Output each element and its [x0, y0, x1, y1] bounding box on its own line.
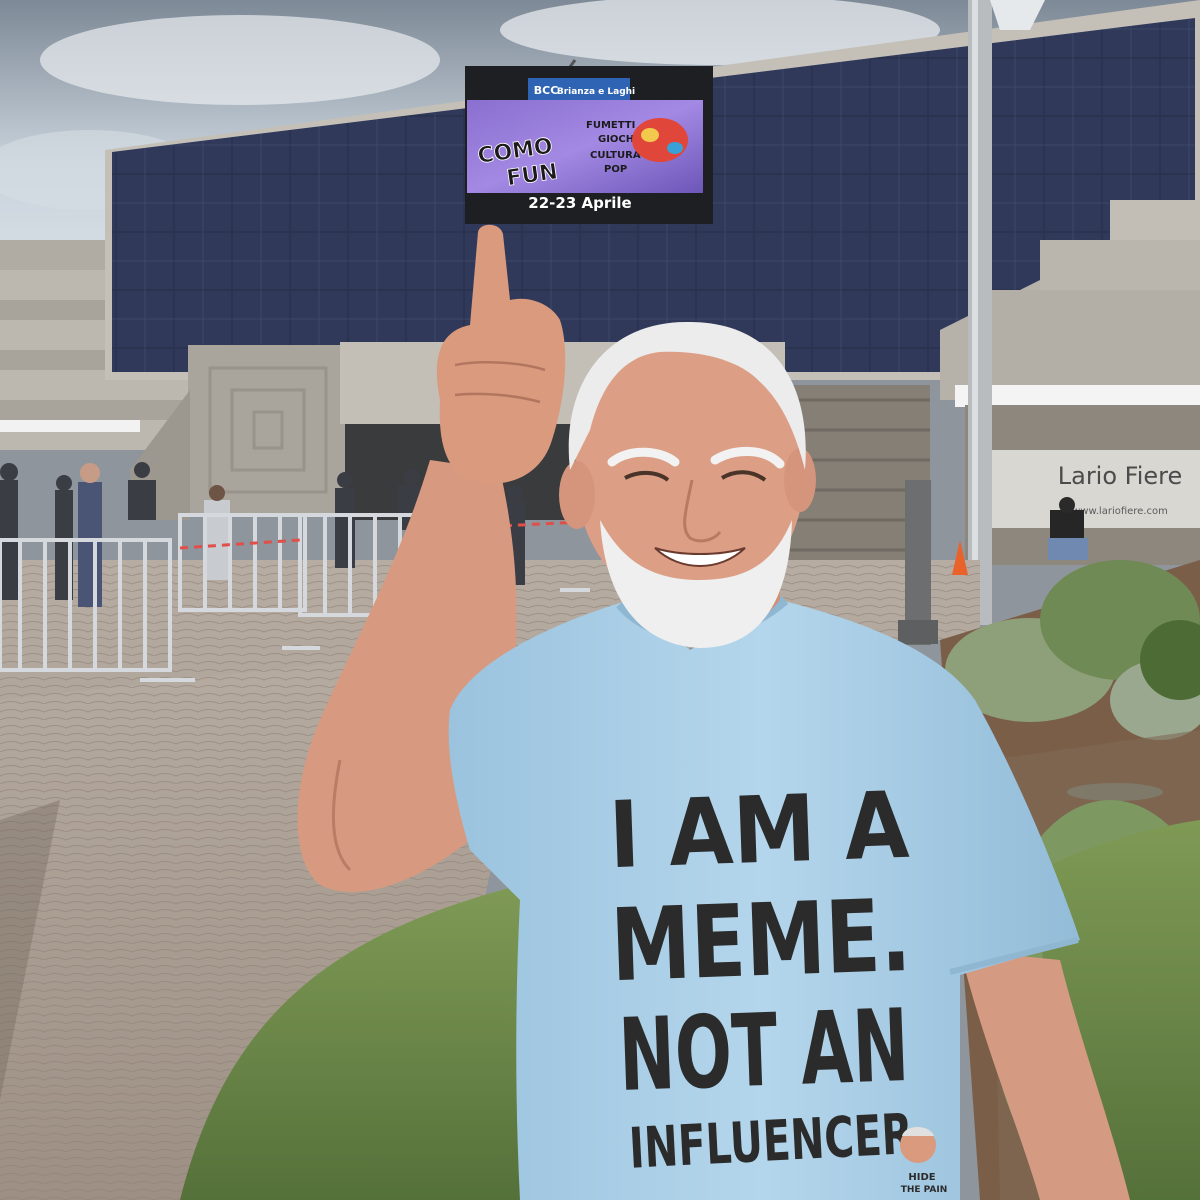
billboard-sub1: FUMETTI — [586, 120, 635, 131]
billboard-mascot-illustration — [632, 118, 688, 162]
billboard-sponsor-badge: BCC — [534, 84, 559, 97]
photo-scene: Lario Fiere www.lariofiere.com BCC Brian… — [0, 0, 1200, 1200]
billboard-sponsor-text: Brianza e Laghi — [557, 87, 635, 97]
shirt-logo-line1: HIDE — [908, 1172, 935, 1183]
venue-sign: Lario Fiere www.lariofiere.com — [990, 450, 1200, 528]
billboard-dates: 22-23 Aprile — [528, 194, 631, 212]
flag-pole — [968, 0, 992, 625]
photo-illustration: Lario Fiere www.lariofiere.com BCC Brian… — [0, 0, 1200, 1200]
shirt-text-line3: NOT AN — [617, 987, 911, 1114]
venue-sign-name: Lario Fiere — [1058, 462, 1183, 490]
billboard: BCC Brianza e Laghi COMO FUN FUMETTI GIO… — [465, 59, 713, 224]
shirt-text-line2: MEME. — [609, 877, 913, 1004]
billboard-sub4: POP — [604, 164, 627, 175]
billboard-sub2: GIOCHI — [598, 134, 638, 145]
shirt-logo-line2: THE PAIN — [901, 1185, 948, 1195]
venue-sign-url: www.lariofiere.com — [1072, 506, 1168, 517]
shirt-text-line1: I AM A — [607, 772, 911, 889]
billboard-sub3: CULTURA — [590, 150, 641, 161]
